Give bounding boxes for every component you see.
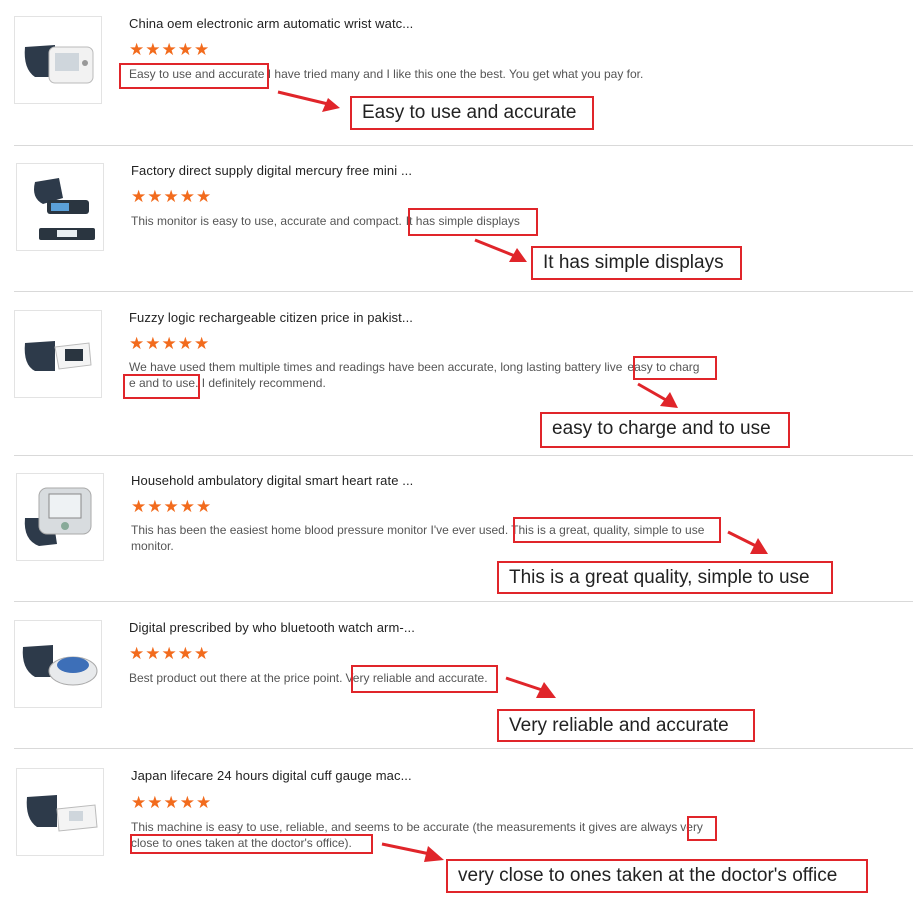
red-arrow-icon bbox=[505, 676, 556, 698]
highlight-box bbox=[123, 374, 200, 399]
product-title[interactable]: Factory direct supply digital mercury fr… bbox=[131, 163, 412, 178]
product-title[interactable]: China oem electronic arm automatic wrist… bbox=[129, 16, 413, 31]
product-thumbnail[interactable] bbox=[16, 473, 104, 561]
red-arrow-icon bbox=[474, 238, 527, 262]
review-text-rest: Best product out there at the price poin… bbox=[129, 671, 343, 685]
divider bbox=[14, 748, 913, 749]
product-thumbnail[interactable] bbox=[14, 620, 102, 708]
callout-box: easy to charge and to use bbox=[540, 412, 790, 448]
blood-pressure-monitor-image bbox=[34, 178, 95, 240]
rating-stars: ★★★★★ bbox=[131, 187, 213, 206]
red-arrow-icon bbox=[277, 90, 340, 112]
blood-pressure-monitor-image bbox=[24, 45, 94, 84]
review-text-rest: This has been the easiest home blood pre… bbox=[131, 523, 509, 537]
review-text-line2: monitor. bbox=[131, 539, 174, 553]
divider bbox=[14, 601, 913, 602]
product-title[interactable]: Digital prescribed by who bluetooth watc… bbox=[129, 620, 415, 635]
red-arrow-icon bbox=[727, 530, 768, 554]
highlight-box bbox=[633, 356, 717, 380]
rating-stars: ★★★★★ bbox=[129, 334, 211, 353]
divider bbox=[14, 455, 913, 456]
callout-box: Easy to use and accurate bbox=[350, 96, 594, 130]
blood-pressure-monitor-image bbox=[22, 645, 98, 686]
product-thumbnail[interactable] bbox=[16, 768, 104, 856]
product-title[interactable]: Household ambulatory digital smart heart… bbox=[131, 473, 413, 488]
divider bbox=[14, 145, 913, 146]
highlight-box bbox=[687, 816, 717, 841]
blood-pressure-monitor-image bbox=[24, 341, 92, 371]
divider bbox=[14, 291, 913, 292]
blood-pressure-monitor-image bbox=[26, 795, 98, 832]
callout-box: Very reliable and accurate bbox=[497, 709, 755, 742]
callout-box: This is a great quality, simple to use bbox=[497, 561, 833, 594]
product-title[interactable]: Fuzzy logic rechargeable citizen price i… bbox=[129, 310, 413, 325]
red-arrow-icon bbox=[637, 382, 678, 408]
highlight-box bbox=[119, 63, 269, 89]
rating-stars: ★★★★★ bbox=[129, 644, 211, 663]
review-text-rest: I have tried many and I like this one th… bbox=[264, 67, 644, 81]
product-thumbnail[interactable] bbox=[14, 16, 102, 104]
product-thumbnail[interactable] bbox=[16, 163, 104, 251]
highlight-box bbox=[351, 665, 498, 693]
review-text-rest: This machine is easy to use, reliable, a… bbox=[131, 820, 678, 834]
product-thumbnail[interactable] bbox=[14, 310, 102, 398]
review-text-rest: This monitor is easy to use, accurate an… bbox=[131, 214, 402, 228]
highlight-box bbox=[513, 517, 721, 543]
rating-stars: ★★★★★ bbox=[131, 497, 213, 516]
blood-pressure-monitor-image bbox=[24, 487, 92, 546]
rating-stars: ★★★★★ bbox=[131, 793, 213, 812]
review-text-rest: . I definitely recommend. bbox=[195, 376, 326, 390]
callout-box: very close to ones taken at the doctor's… bbox=[446, 859, 868, 893]
callout-box: It has simple displays bbox=[531, 246, 742, 280]
review-text-rest: We have used them multiple times and rea… bbox=[129, 360, 623, 374]
review-text: We have used them multiple times and rea… bbox=[129, 359, 699, 375]
red-arrow-icon bbox=[381, 842, 444, 862]
rating-stars: ★★★★★ bbox=[129, 40, 211, 59]
highlight-box bbox=[130, 834, 373, 854]
highlight-box bbox=[408, 208, 538, 236]
review-text: This machine is easy to use, reliable, a… bbox=[131, 819, 703, 835]
product-title[interactable]: Japan lifecare 24 hours digital cuff gau… bbox=[131, 768, 412, 783]
